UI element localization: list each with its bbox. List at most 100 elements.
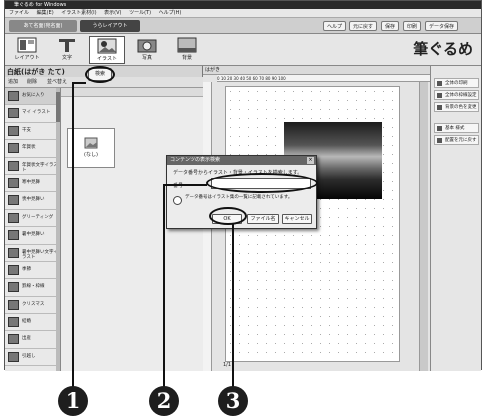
- cancel-button[interactable]: キャンセル: [282, 214, 312, 224]
- folder-icon: [8, 143, 19, 154]
- folder-icon: [8, 212, 19, 223]
- delete-button[interactable]: 削除: [27, 77, 37, 88]
- menu-file[interactable]: ファイル: [9, 10, 29, 16]
- add-button[interactable]: 追加: [8, 77, 18, 88]
- tool-illustration[interactable]: イラスト: [89, 36, 125, 64]
- folder-icon: [8, 247, 19, 258]
- folder-icon: [8, 177, 19, 188]
- tool-text[interactable]: 文字: [49, 36, 85, 64]
- tool-layout[interactable]: レイアウト: [9, 36, 45, 64]
- tool-background[interactable]: 背景: [169, 36, 205, 64]
- callout-oval-3: [209, 207, 247, 225]
- list-item[interactable]: クリスマス: [5, 297, 60, 315]
- print-button[interactable]: 印刷: [403, 21, 422, 31]
- filename-button[interactable]: ファイル名: [247, 214, 279, 224]
- menu-help[interactable]: ヘルプ(H): [159, 10, 182, 16]
- thumbnail-pane: (なし): [61, 88, 203, 371]
- list-item[interactable]: 結婚: [5, 314, 60, 332]
- thumbnail-label: (なし): [84, 152, 98, 158]
- callout-oval-2: [206, 173, 318, 193]
- right-panel-item[interactable]: 配置を元に戻す: [434, 135, 479, 145]
- tool-photo[interactable]: 写真: [129, 36, 165, 64]
- editor-scrollbar[interactable]: [419, 82, 428, 371]
- folder-icon: [8, 282, 19, 293]
- thumbnail-item[interactable]: (なし): [67, 128, 115, 168]
- menu-view[interactable]: 表示(V): [104, 10, 121, 16]
- horizontal-ruler: 0 10 20 30 40 50 60 70 80 90 100: [217, 75, 430, 82]
- pointer-line-1: [72, 82, 74, 388]
- menu-tools[interactable]: ツール(T): [129, 10, 151, 16]
- info-icon: [173, 196, 182, 205]
- folder-icon: [8, 299, 19, 310]
- photo-icon: [136, 36, 158, 54]
- title-bar: 筆ぐるめ for Windows: [5, 1, 481, 9]
- data-save-button[interactable]: データ保存: [425, 21, 459, 31]
- menu-edit[interactable]: 編集(E): [37, 10, 54, 16]
- tab-back-layout[interactable]: うらレイアウト: [80, 20, 140, 32]
- frame-icon: [437, 93, 442, 98]
- callout-number-2: 2: [149, 386, 179, 416]
- tool-photo-label: 写真: [141, 55, 152, 61]
- callout-oval-1: [85, 66, 115, 83]
- tool-illustration-label: イラスト: [97, 56, 117, 62]
- list-item[interactable]: 罫線・枠線: [5, 279, 60, 297]
- list-item[interactable]: グリーティング: [5, 210, 60, 228]
- pointer-line-1-h: [72, 82, 86, 84]
- right-panel-item[interactable]: 基本 様式: [434, 123, 479, 133]
- tab-address[interactable]: あて名面(宛名面): [9, 20, 77, 32]
- page-indicator: 1/1: [223, 362, 232, 368]
- thumbnail-subbar: [61, 88, 203, 97]
- favorite-icon: [8, 91, 19, 101]
- folder-icon: [8, 195, 19, 206]
- list-item[interactable]: 季節: [5, 262, 60, 280]
- tool-text-label: 文字: [61, 55, 72, 61]
- list-item[interactable]: 引越し: [5, 349, 60, 367]
- close-icon[interactable]: ×: [307, 157, 314, 164]
- undo-button[interactable]: 元に戻す: [349, 21, 378, 31]
- list-item[interactable]: 年賀状文字イラスト: [5, 158, 60, 175]
- tool-background-label: 背景: [181, 55, 192, 61]
- illustration-icon: [96, 37, 118, 55]
- list-item[interactable]: お気に入り: [5, 88, 60, 106]
- menu-illustration[interactable]: イラスト素材(I): [61, 10, 96, 16]
- ribbon: レイアウト 文字 イラスト 写真 背景 筆ぐるめ: [5, 34, 481, 66]
- folder-icon: [8, 160, 19, 171]
- list-item[interactable]: 干支: [5, 123, 60, 141]
- list-item[interactable]: マイ イラスト: [5, 105, 60, 123]
- pointer-line-3: [232, 224, 234, 388]
- folder-icon: [8, 334, 19, 345]
- sort-button[interactable]: 並べ替え: [47, 77, 67, 88]
- category-list: お気に入り マイ イラスト 干支 年賀状 年賀状文字イラスト 寒中見舞 喪中見舞…: [5, 88, 61, 371]
- folder-icon: [8, 125, 19, 136]
- save-button[interactable]: 保存: [381, 21, 400, 31]
- right-panel: 全体の印刷 全体の枠線設定 背景の色を変更 基本 様式 配置を元に戻す: [430, 66, 481, 371]
- folder-icon: [8, 317, 19, 328]
- color-icon: [437, 105, 442, 110]
- right-panel-item[interactable]: 全体の印刷: [434, 78, 479, 88]
- list-item[interactable]: 暑中見舞い文字イラスト: [5, 245, 60, 262]
- paper-type-title: 白紙(はがき たて): [7, 68, 65, 76]
- menu-bar: ファイル 編集(E) イラスト素材(I) 表示(V) ツール(T) ヘルプ(H): [5, 9, 481, 18]
- right-panel-item[interactable]: 背景の色を変更: [434, 102, 479, 112]
- layout-icon: [16, 36, 38, 54]
- folder-icon: [8, 230, 19, 241]
- list-item[interactable]: 寒中見舞: [5, 175, 60, 193]
- callout-number-3: 3: [218, 386, 248, 416]
- folder-icon: [8, 108, 19, 119]
- list-item[interactable]: 出産: [5, 331, 60, 349]
- image-icon: [84, 137, 98, 149]
- folder-icon: [8, 351, 19, 362]
- tool-layout-label: レイアウト: [14, 55, 40, 61]
- list-item[interactable]: 喪中見舞い: [5, 192, 60, 210]
- style-icon: [437, 126, 442, 131]
- text-icon: [56, 36, 78, 54]
- list-item[interactable]: 暑中見舞い: [5, 227, 60, 245]
- background-icon: [176, 36, 198, 54]
- list-item[interactable]: 年賀状: [5, 140, 60, 158]
- pointer-line-2: [163, 184, 165, 388]
- print-icon: [437, 81, 442, 86]
- right-panel-item[interactable]: 全体の枠線設定: [434, 90, 479, 100]
- help-button[interactable]: ヘルプ: [323, 21, 347, 31]
- mode-tab-row: あて名面(宛名面) うらレイアウト ヘルプ 元に戻す 保存 印刷 データ保存: [5, 18, 481, 34]
- dialog-title: コンテンツの表示検索: [167, 156, 316, 165]
